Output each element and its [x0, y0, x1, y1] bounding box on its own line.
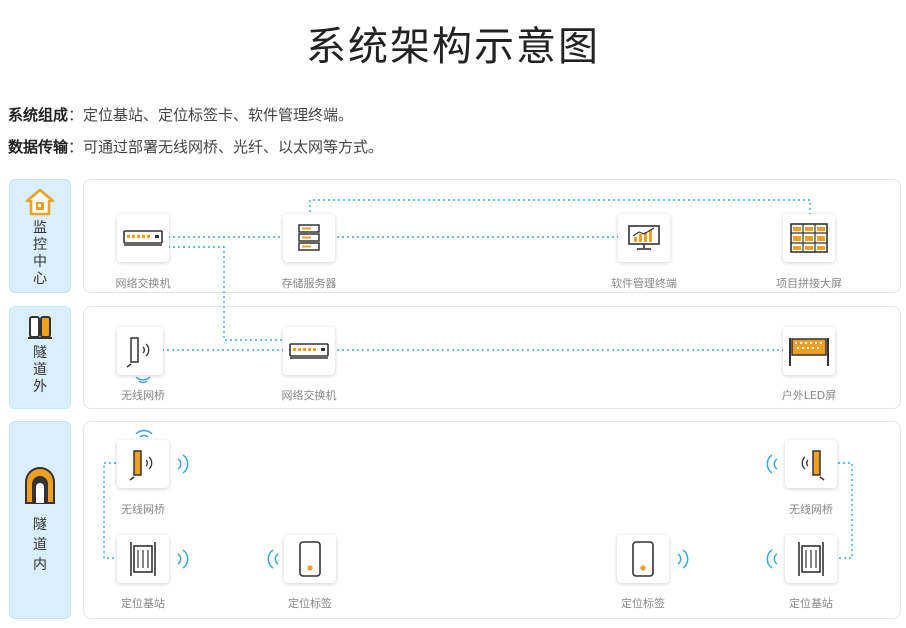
- base-station-right-device[interactable]: [785, 535, 837, 583]
- switch-monitor-device[interactable]: [117, 214, 169, 262]
- connection-lines: [103, 199, 853, 559]
- bridge-inside-left-label: 无线网桥: [121, 503, 165, 516]
- bridge-inside-left-device[interactable]: [117, 440, 169, 488]
- tag-right-label: 定位标签: [621, 597, 665, 610]
- software-terminal-label: 软件管理终端: [611, 277, 677, 290]
- base-station-icon: [130, 542, 156, 576]
- bridge-outside-label: 无线网桥: [121, 389, 165, 402]
- switch-outside-label: 网络交换机: [281, 389, 337, 402]
- signal-left-icon: [766, 454, 778, 474]
- bridge-inside-right-device[interactable]: [785, 440, 837, 488]
- wifi-wave-icon: [135, 376, 151, 384]
- network-switch-icon: [289, 343, 329, 359]
- base-station-icon: [798, 542, 824, 576]
- link-switch-switch: [168, 246, 283, 341]
- storage-server-device[interactable]: [283, 214, 335, 262]
- bridge-outside-device[interactable]: [117, 327, 163, 375]
- switch-monitor-label: 网络交换机: [115, 277, 171, 290]
- location-tag-icon: [299, 541, 321, 577]
- led-screen-label: 户外LED屏: [781, 389, 837, 402]
- tag-left-device[interactable]: [284, 535, 336, 583]
- network-switch-icon: [123, 230, 163, 246]
- base-station-right-label: 定位基站: [789, 597, 833, 610]
- wireless-bridge-icon: [129, 450, 153, 481]
- server-icon: [298, 224, 320, 251]
- video-wall-device[interactable]: [783, 214, 835, 262]
- signal-right-icon: [177, 549, 189, 569]
- signal-left-icon: [267, 549, 279, 569]
- software-terminal-device[interactable]: [618, 214, 670, 262]
- signal-left-icon: [766, 549, 778, 569]
- link-storage-wall: [309, 199, 811, 214]
- signal-right-icon: [177, 454, 189, 474]
- signal-right-icon: [677, 549, 689, 569]
- tag-left-label: 定位标签: [288, 597, 332, 610]
- wireless-bridge-icon: [801, 450, 825, 481]
- storage-server-label: 存储服务器: [281, 277, 337, 290]
- wireless-bridge-icon: [126, 337, 150, 368]
- base-station-left-device[interactable]: [117, 535, 169, 583]
- wifi-wave-icon: [135, 429, 153, 438]
- video-wall-label: 项目拼接大屏: [776, 277, 842, 290]
- monitor-chart-icon: [628, 225, 660, 250]
- switch-outside-device[interactable]: [283, 327, 335, 375]
- base-station-left-label: 定位基站: [121, 597, 165, 610]
- tag-right-device[interactable]: [617, 535, 669, 583]
- led-screen-icon: [789, 338, 829, 366]
- bridge-inside-right-label: 无线网桥: [789, 503, 833, 516]
- video-wall-icon: [790, 223, 828, 253]
- location-tag-icon: [632, 541, 654, 577]
- led-screen-device[interactable]: [783, 327, 835, 375]
